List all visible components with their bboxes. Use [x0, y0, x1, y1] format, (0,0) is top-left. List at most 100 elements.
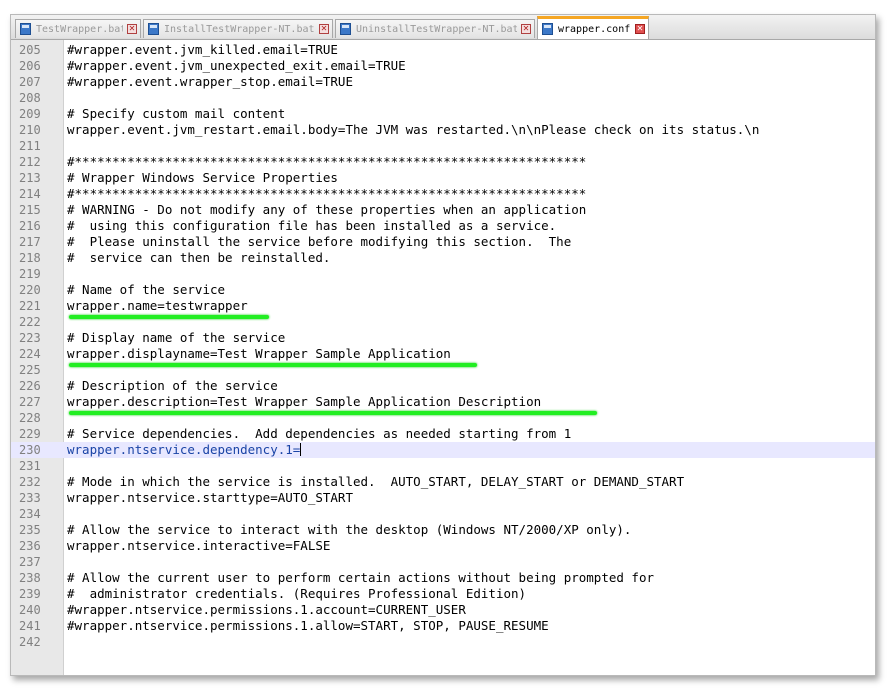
code-line[interactable]: 232 # Mode in which the service is instal…	[11, 474, 875, 490]
code-line[interactable]: 210 wrapper.event.jvm_restart.email.body=…	[11, 122, 875, 138]
line-number: 206	[19, 59, 41, 73]
code-line[interactable]: 238 # Allow the current user to perform c…	[11, 570, 875, 586]
code-line[interactable]: 220 # Name of the service	[11, 282, 875, 298]
tab-label: TestWrapper.bat	[36, 23, 123, 35]
code-text: wrapper.displayname=Test Wrapper Sample …	[67, 346, 451, 361]
code-line[interactable]: 227 wrapper.description=Test Wrapper Samp…	[11, 394, 875, 410]
code-text: wrapper.ntservice.dependency.1=	[67, 442, 302, 457]
code-line[interactable]: 218 # service can then be reinstalled.	[11, 250, 875, 266]
line-number: 226	[19, 379, 41, 393]
code-text: wrapper.name=testwrapper	[67, 298, 248, 313]
line-number: 230	[19, 443, 41, 457]
line-number: 205	[19, 43, 41, 57]
code-line[interactable]: 219	[11, 266, 875, 282]
code-line[interactable]: 231	[11, 458, 875, 474]
line-number: 215	[19, 203, 41, 217]
tab-testwrapper-bat[interactable]: TestWrapper.bat ✕	[15, 19, 141, 38]
highlight-underline	[69, 411, 597, 415]
close-icon[interactable]: ✕	[127, 24, 137, 34]
code-text: # Allow the service to interact with the…	[67, 522, 632, 537]
line-number: 231	[19, 459, 41, 473]
code-line[interactable]: 229 # Service dependencies. Add dependenc…	[11, 426, 875, 442]
code-line[interactable]: 205 #wrapper.event.jvm_killed.email=TRUE	[11, 42, 875, 58]
line-number: 238	[19, 571, 41, 585]
tab-wrapper-conf[interactable]: wrapper.conf ✕	[537, 16, 649, 39]
line-number: 240	[19, 603, 41, 617]
line-number: 234	[19, 507, 41, 521]
code-text: #wrapper.ntservice.permissions.1.account…	[67, 602, 466, 617]
code-line[interactable]: 217 # Please uninstall the service before…	[11, 234, 875, 250]
code-line[interactable]: 237	[11, 554, 875, 570]
code-line[interactable]: 221 wrapper.name=testwrapper	[11, 298, 875, 314]
line-number: 232	[19, 475, 41, 489]
text-cursor	[300, 443, 302, 456]
code-line[interactable]: 208	[11, 90, 875, 106]
line-number: 242	[19, 635, 41, 649]
close-icon[interactable]: ✕	[521, 24, 531, 34]
highlight-underline	[69, 315, 269, 319]
code-line[interactable]: 240 #wrapper.ntservice.permissions.1.acco…	[11, 602, 875, 618]
code-line[interactable]: 216 # using this configuration file has b…	[11, 218, 875, 234]
file-icon	[148, 23, 159, 35]
code-line[interactable]: 234	[11, 506, 875, 522]
tab-label: wrapper.conf	[558, 23, 631, 35]
code-line[interactable]: 206 #wrapper.event.jvm_unexpected_exit.em…	[11, 58, 875, 74]
code-line[interactable]: 207 #wrapper.event.wrapper_stop.email=TRU…	[11, 74, 875, 90]
code-line[interactable]: 239 # administrator credentials. (Require…	[11, 586, 875, 602]
line-number: 220	[19, 283, 41, 297]
code-line[interactable]: 241 #wrapper.ntservice.permissions.1.allo…	[11, 618, 875, 634]
code-text: #***************************************…	[67, 154, 587, 169]
tab-label: UninstallTestWrapper-NT.bat	[356, 23, 517, 35]
code-line[interactable]: 211	[11, 138, 875, 154]
code-text: #***************************************…	[67, 186, 587, 201]
code-line[interactable]: 235 # Allow the service to interact with …	[11, 522, 875, 538]
line-number: 207	[19, 75, 41, 89]
code-text: #wrapper.event.wrapper_stop.email=TRUE	[67, 74, 353, 89]
code-text: wrapper.event.jvm_restart.email.body=The…	[67, 122, 760, 137]
code-text: # administrator credentials. (Requires P…	[67, 586, 527, 601]
code-text: # Name of the service	[67, 282, 226, 297]
line-number: 213	[19, 171, 41, 185]
code-text: # Allow the current user to perform cert…	[67, 570, 654, 585]
code-line[interactable]: 236 wrapper.ntservice.interactive=FALSE	[11, 538, 875, 554]
line-number: 229	[19, 427, 41, 441]
line-number: 222	[19, 315, 41, 329]
code-line[interactable]: 209 # Specify custom mail content	[11, 106, 875, 122]
code-line[interactable]: 233 wrapper.ntservice.starttype=AUTO_STAR…	[11, 490, 875, 506]
line-number: 214	[19, 187, 41, 201]
code-text: # Please uninstall the service before mo…	[67, 234, 572, 249]
code-line[interactable]: 223 # Display name of the service	[11, 330, 875, 346]
line-number: 219	[19, 267, 41, 281]
code-line[interactable]: 213 # Wrapper Windows Service Properties	[11, 170, 875, 186]
line-number: 223	[19, 331, 41, 345]
line-number: 233	[19, 491, 41, 505]
line-number: 228	[19, 411, 41, 425]
file-icon	[542, 23, 553, 35]
code-text: # Service dependencies. Add dependencies…	[67, 426, 572, 441]
code-line[interactable]: 215 # WARNING - Do not modify any of thes…	[11, 202, 875, 218]
line-number: 218	[19, 251, 41, 265]
text-editor[interactable]: 205 #wrapper.event.jvm_killed.email=TRUE 2…	[11, 40, 875, 675]
close-icon[interactable]: ✕	[635, 24, 645, 34]
code-text: # using this configuration file has been…	[67, 218, 557, 233]
tab-installtestwrapper-nt-bat[interactable]: InstallTestWrapper-NT.bat ✕	[143, 19, 333, 38]
code-line[interactable]: 224 wrapper.displayname=Test Wrapper Samp…	[11, 346, 875, 362]
code-line[interactable]: 230 wrapper.ntservice.dependency.1=	[11, 442, 875, 458]
code-line[interactable]: 242	[11, 634, 875, 650]
line-number: 236	[19, 539, 41, 553]
code-line[interactable]: 214 #************************************…	[11, 186, 875, 202]
line-number: 241	[19, 619, 41, 633]
close-icon[interactable]: ✕	[319, 24, 329, 34]
code-line[interactable]: 212 #************************************…	[11, 154, 875, 170]
line-number: 235	[19, 523, 41, 537]
line-number: 209	[19, 107, 41, 121]
line-number: 221	[19, 299, 41, 313]
code-text: # Wrapper Windows Service Properties	[67, 170, 338, 185]
code-text: # Specify custom mail content	[67, 106, 286, 121]
code-line[interactable]: 226 # Description of the service	[11, 378, 875, 394]
line-number: 239	[19, 587, 41, 601]
line-number: 211	[19, 139, 41, 153]
line-number: 237	[19, 555, 41, 569]
tab-uninstalltestwrapper-nt-bat[interactable]: UninstallTestWrapper-NT.bat ✕	[335, 19, 535, 38]
code-text: #wrapper.ntservice.permissions.1.allow=S…	[67, 618, 549, 633]
